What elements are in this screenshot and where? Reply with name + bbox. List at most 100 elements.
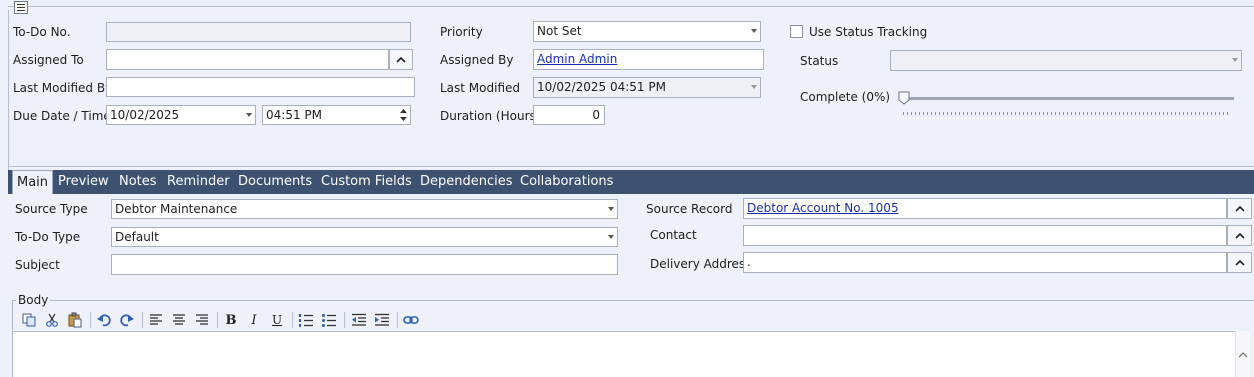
source-record-label: Source Record	[646, 202, 733, 216]
due-time-value: 04:51 PM	[266, 108, 322, 122]
italic-icon[interactable]: I	[246, 312, 262, 328]
source-type-dropdown[interactable]: Debtor Maintenance	[111, 199, 618, 219]
contact-field[interactable]	[743, 225, 1227, 246]
tab-reminder[interactable]: Reminder	[167, 170, 230, 194]
collapse-button[interactable]	[14, 1, 28, 14]
duration-label: Duration (Hours)	[440, 109, 541, 123]
last-modified-by-field[interactable]	[106, 77, 415, 97]
due-date-dropdown[interactable]: 10/02/2025	[106, 105, 256, 125]
indent-icon[interactable]	[374, 312, 390, 328]
contact-lookup-button[interactable]	[1227, 225, 1252, 246]
due-date-time-label: Due Date / Time	[13, 109, 111, 123]
toolbar-separator	[142, 312, 143, 328]
chevron-up-icon	[1234, 232, 1245, 239]
slider-track	[902, 97, 1234, 100]
collapse-icon	[17, 4, 25, 11]
assigned-to-label: Assigned To	[13, 53, 84, 67]
tab-collaborations[interactable]: Collaborations	[520, 170, 613, 194]
bullet-list-icon[interactable]	[321, 312, 337, 328]
status-dropdown	[890, 50, 1242, 71]
tab-dependencies[interactable]: Dependencies	[420, 170, 513, 194]
last-modified-value: 10/02/2025 04:51 PM	[537, 80, 666, 94]
chevron-down-icon	[608, 235, 614, 239]
subject-field[interactable]	[111, 254, 618, 275]
priority-value: Not Set	[537, 24, 582, 38]
status-tracking-checkbox[interactable]	[790, 25, 803, 38]
chevron-down-icon	[751, 29, 757, 33]
status-label: Status	[800, 54, 839, 68]
link-icon[interactable]	[403, 312, 419, 328]
todo-no-label: To-Do No.	[13, 25, 71, 39]
chevron-down-icon	[246, 113, 252, 117]
top-divider	[8, 6, 1254, 7]
complete-slider[interactable]	[898, 90, 1236, 118]
align-center-icon[interactable]	[171, 312, 187, 328]
priority-dropdown[interactable]: Not Set	[533, 21, 761, 42]
last-modified-label: Last Modified	[440, 81, 521, 95]
align-right-icon[interactable]	[194, 312, 210, 328]
slider-ticks	[903, 112, 1229, 115]
chevron-up-icon	[1234, 205, 1245, 212]
complete-label: Complete (0%)	[800, 90, 891, 104]
priority-label: Priority	[440, 25, 483, 39]
numbered-list-icon[interactable]	[298, 312, 314, 328]
toolbar-separator	[292, 312, 293, 328]
delivery-address-lookup-button[interactable]	[1227, 252, 1252, 273]
toolbar-separator	[344, 312, 345, 328]
tab-bar: Main Preview Notes Reminder Documents Cu…	[8, 170, 1254, 194]
slider-thumb[interactable]	[898, 91, 910, 105]
copy-icon[interactable]	[21, 312, 37, 328]
toolbar-separator	[90, 312, 91, 328]
bold-icon[interactable]: B	[223, 312, 239, 328]
todo-type-dropdown[interactable]: Default	[111, 227, 618, 247]
align-left-icon[interactable]	[148, 312, 164, 328]
tab-documents[interactable]: Documents	[238, 170, 312, 194]
tab-preview[interactable]: Preview	[58, 170, 109, 194]
redo-icon[interactable]	[119, 312, 135, 328]
outdent-icon[interactable]	[351, 312, 367, 328]
last-modified-dropdown: 10/02/2025 04:51 PM	[533, 77, 761, 98]
assigned-by-label: Assigned By	[440, 53, 514, 67]
body-label: Body	[16, 293, 51, 307]
source-record-link[interactable]: Debtor Account No. 1005	[747, 201, 899, 215]
tab-notes[interactable]: Notes	[119, 170, 157, 194]
assigned-by-link[interactable]: Admin Admin	[537, 52, 617, 66]
body-editor[interactable]	[13, 331, 1250, 377]
assigned-to-lookup-button[interactable]	[389, 49, 413, 70]
chevron-up-icon	[1234, 259, 1245, 266]
todo-type-value: Default	[115, 230, 159, 244]
assigned-by-field[interactable]: Admin Admin	[533, 49, 764, 70]
underline-icon[interactable]: U	[269, 312, 285, 328]
source-type-label: Source Type	[15, 202, 88, 216]
source-record-lookup-button[interactable]	[1227, 198, 1252, 219]
delivery-address-label: Delivery Address	[650, 257, 752, 271]
source-type-value: Debtor Maintenance	[115, 202, 238, 216]
chevron-down-icon	[751, 85, 757, 89]
source-record-field[interactable]: Debtor Account No. 1005	[743, 198, 1227, 219]
due-time-spinner[interactable]: 04:51 PM	[262, 105, 411, 125]
cut-icon[interactable]	[44, 312, 60, 328]
tab-custom-fields[interactable]: Custom Fields	[321, 170, 412, 194]
todo-no-field	[106, 22, 411, 42]
last-modified-by-label: Last Modified By	[13, 81, 113, 95]
status-tracking-label: Use Status Tracking	[809, 25, 928, 39]
undo-icon[interactable]	[96, 312, 112, 328]
chevron-up-icon	[396, 56, 406, 63]
header-bottom-border	[8, 166, 1254, 167]
scrollbar[interactable]	[1235, 331, 1250, 377]
duration-field[interactable]: 0	[533, 105, 605, 125]
subject-label: Subject	[15, 258, 60, 272]
todo-type-label: To-Do Type	[15, 230, 81, 244]
scroll-up-icon[interactable]	[1237, 351, 1249, 359]
toolbar-separator	[217, 312, 218, 328]
assigned-to-field[interactable]	[106, 49, 389, 70]
due-date-value: 10/02/2025	[110, 108, 180, 122]
paste-icon[interactable]	[67, 312, 83, 328]
left-border	[8, 10, 9, 170]
tab-main[interactable]: Main	[12, 170, 54, 194]
delivery-address-field[interactable]: .	[743, 252, 1227, 273]
contact-label: Contact	[650, 228, 697, 242]
spin-arrows-icon	[400, 109, 407, 121]
chevron-down-icon	[608, 207, 614, 211]
toolbar-separator	[397, 312, 398, 328]
